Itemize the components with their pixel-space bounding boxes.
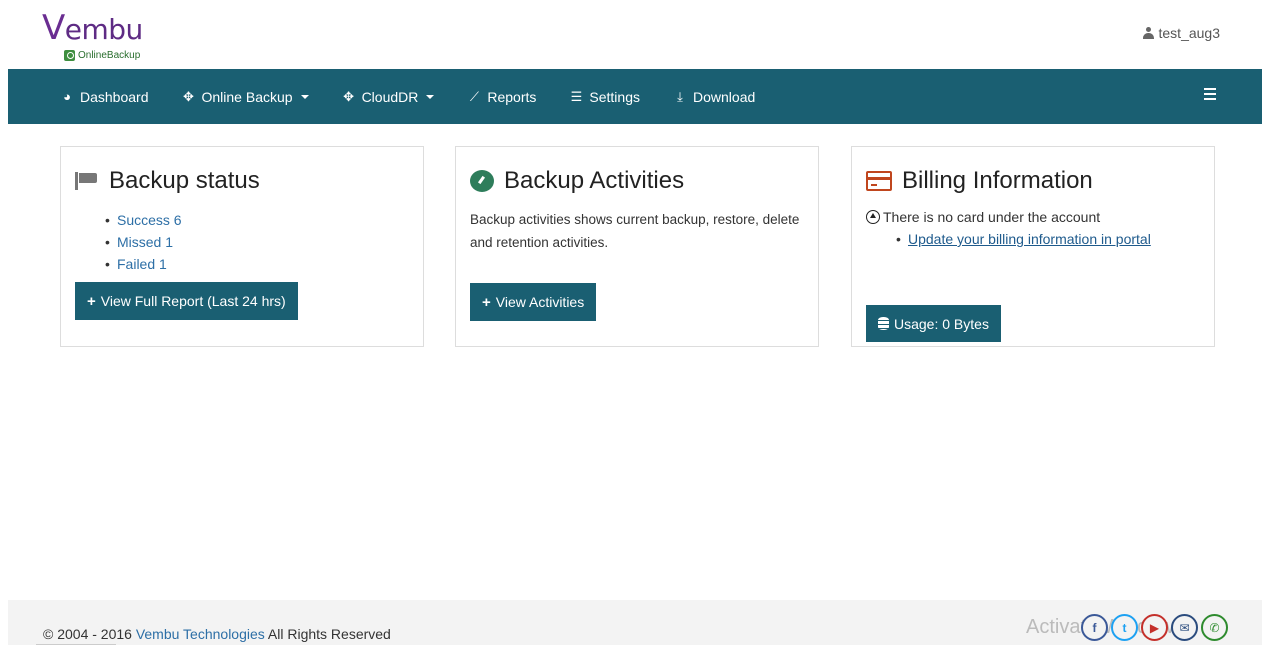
backup-activities-description: Backup activities shows current backup, … [470, 212, 800, 250]
billing-notice: There is no card under the account [866, 209, 1100, 225]
caret-down-icon [300, 94, 309, 99]
database-icon [878, 317, 889, 330]
caret-down-icon [426, 94, 435, 99]
nav-download[interactable]: ⤓ Download [673, 69, 755, 124]
twitter-icon[interactable]: t [1111, 614, 1138, 641]
nav-dashboard-label: Dashboard [80, 88, 149, 105]
dashboard-icon: ◕ [63, 89, 71, 104]
credit-card-icon [866, 171, 892, 191]
view-activities-button[interactable]: + View Activities [470, 283, 597, 321]
nav-settings-label: Settings [589, 88, 640, 105]
usage-label: Usage: 0 Bytes [894, 315, 989, 332]
backup-status-heading: Backup status [75, 167, 260, 195]
view-full-report-button[interactable]: + View Full Report (Last 24 hrs) [75, 282, 298, 320]
backup-status-card: Backup status Success 6 Missed 1 Failed … [60, 146, 424, 347]
chart-icon: ⟋ [469, 88, 479, 104]
nav-settings[interactable]: ☰ Settings [569, 69, 640, 124]
logo-subtitle: OnlineBackup [64, 50, 140, 61]
hamburger-menu-icon[interactable] [1204, 88, 1216, 100]
email-icon[interactable]: ✉ [1171, 614, 1198, 641]
nav-reports[interactable]: ⟋ Reports [467, 69, 537, 124]
logo-rest: embu [64, 13, 144, 46]
user-name: test_aug3 [1158, 25, 1221, 41]
nav-online-backup[interactable]: ✥ Online Backup [182, 69, 309, 124]
billing-heading: Billing Information [866, 167, 1093, 195]
backup-status-list: Success 6 Missed 1 Failed 1 [105, 209, 182, 275]
nav-clouddr-label: CloudDR [361, 88, 419, 105]
backup-activities-title: Backup Activities [504, 167, 685, 194]
billing-title: Billing Information [902, 167, 1093, 194]
update-billing-link[interactable]: Update your billing information in porta… [896, 231, 1151, 247]
plus-icon: + [87, 292, 96, 310]
status-success-link[interactable]: Success 6 [105, 209, 182, 231]
status-failed-link[interactable]: Failed 1 [105, 253, 182, 275]
usage-button[interactable]: Usage: 0 Bytes [866, 305, 1001, 342]
user-icon [1142, 27, 1154, 39]
arrow-circle-up-icon [866, 210, 880, 224]
view-activities-label: View Activities [495, 294, 585, 310]
logo-wordmark: Vembu [42, 8, 143, 50]
move-icon: ✥ [343, 88, 355, 104]
move-icon: ✥ [183, 88, 194, 104]
copyright-suffix: All Rights Reserved [264, 626, 391, 642]
download-icon: ⤓ [677, 88, 683, 104]
vembu-logo[interactable]: Vembu OnlineBackup [42, 8, 172, 64]
nav-dashboard[interactable]: ◕ Dashboard [60, 69, 149, 124]
logo-sub-text: OnlineBackup [78, 50, 141, 61]
phone-icon[interactable]: ✆ [1201, 614, 1228, 641]
user-menu[interactable]: test_aug3 [1142, 25, 1221, 41]
backup-activities-heading: Backup Activities [470, 167, 684, 195]
view-full-report-label: View Full Report (Last 24 hrs) [100, 293, 286, 309]
nav-online-backup-label: Online Backup [201, 88, 293, 105]
status-missed-link[interactable]: Missed 1 [105, 231, 182, 253]
youtube-icon[interactable]: ▶ [1141, 614, 1168, 641]
billing-notice-text: There is no card under the account [883, 209, 1101, 225]
sliders-icon: ☰ [570, 88, 583, 104]
copyright-prefix: © 2004 - 2016 [43, 626, 136, 642]
logo-v: V [42, 8, 65, 48]
company-link[interactable]: Vembu Technologies [136, 626, 265, 642]
flag-icon [75, 172, 99, 190]
header: Vembu OnlineBackup test_aug3 [0, 0, 1262, 69]
facebook-icon[interactable]: f [1081, 614, 1108, 641]
nav-download-label: Download [693, 88, 756, 105]
dashboard-gauge-icon [470, 170, 494, 192]
social-links: f t ▶ ✉ ✆ [1081, 614, 1228, 641]
main-navbar: ◕ Dashboard ✥ Online Backup ✥ CloudDR ⟋ … [8, 69, 1262, 124]
plus-icon: + [482, 293, 491, 311]
footer: © 2004 - 2016 Vembu Technologies All Rig… [8, 600, 1262, 645]
billing-information-card: Billing Information There is no card und… [851, 146, 1215, 347]
cloud-backup-icon [64, 50, 75, 61]
copyright-text: © 2004 - 2016 Vembu Technologies All Rig… [43, 626, 391, 642]
backup-status-title: Backup status [109, 167, 260, 194]
nav-reports-label: Reports [487, 88, 537, 105]
backup-activities-card: Backup Activities Backup activities show… [455, 146, 819, 347]
nav-clouddr[interactable]: ✥ CloudDR [342, 69, 435, 124]
